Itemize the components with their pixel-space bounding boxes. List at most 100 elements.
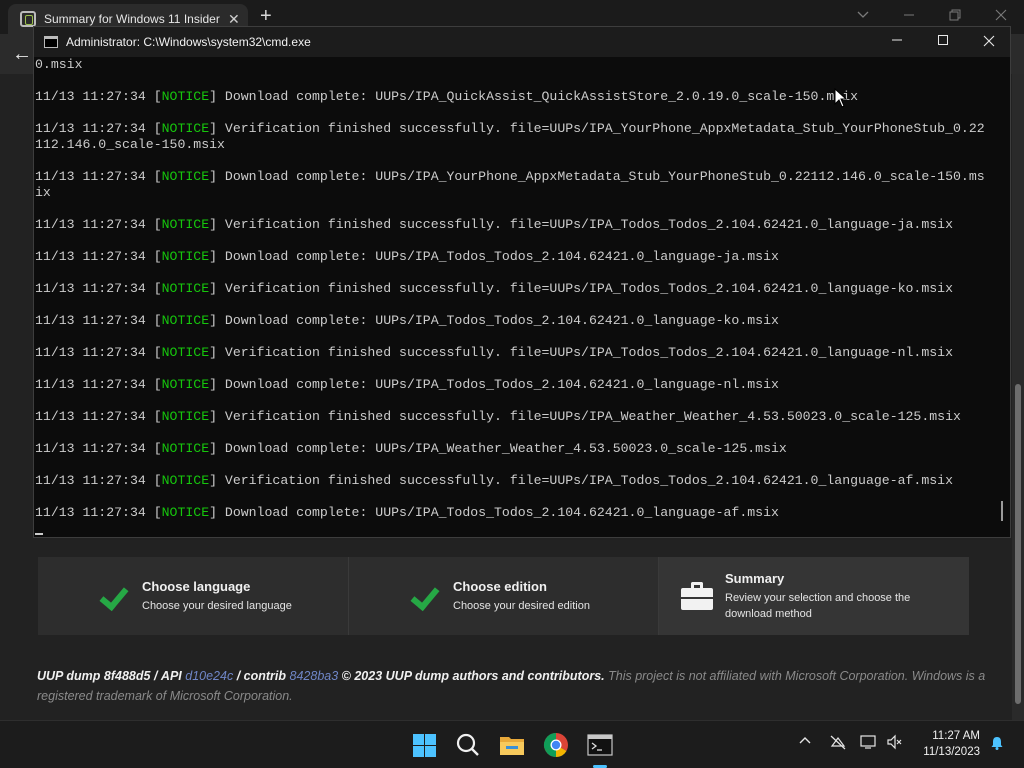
console-text: 11/13 11:27:34 [ <box>35 249 162 264</box>
console-text: 11/13 11:27:34 [ <box>35 345 162 360</box>
notice-tag: NOTICE <box>161 505 210 520</box>
console-text: ] Download complete: UUPs/IPA_Todos_Todo… <box>209 377 779 392</box>
footer-separator: / <box>236 669 241 683</box>
browser-close-button[interactable] <box>978 4 1024 28</box>
console-text: ix <box>35 185 51 200</box>
clock-date: 11/13/2023 <box>923 746 980 758</box>
page-scrollbar[interactable] <box>1012 74 1024 720</box>
cmd-title: Administrator: C:\Windows\system32\cmd.e… <box>66 35 311 49</box>
site-favicon-icon <box>20 11 36 27</box>
console-text: 11/13 11:27:34 [ <box>35 169 162 184</box>
cmd-close-button[interactable] <box>966 27 1012 57</box>
notice-tag: NOTICE <box>161 377 210 392</box>
chrome-icon[interactable] <box>540 729 572 761</box>
page-footer: UUP dump 8f488d5 / API d10e24c / contrib… <box>37 666 987 706</box>
console-line: ix <box>35 185 995 201</box>
tab-close-button[interactable]: ✕ <box>228 11 240 28</box>
search-icon[interactable] <box>452 729 484 761</box>
step-title: Summary <box>725 570 785 586</box>
footer-contrib-version-link[interactable]: 8428ba3 <box>290 669 339 683</box>
cmd-icon <box>44 36 58 48</box>
step-choose-edition[interactable]: Choose edition Choose your desired editi… <box>348 557 658 635</box>
cmd-window[interactable]: Administrator: C:\Windows\system32\cmd.e… <box>33 26 1011 538</box>
new-tab-button[interactable]: + <box>260 6 272 26</box>
console-line: 11/13 11:27:34 [NOTICE] Download complet… <box>35 441 995 457</box>
console-text: 11/13 11:27:34 [ <box>35 473 162 488</box>
cmd-scrollbar-thumb[interactable] <box>1001 501 1003 521</box>
cmd-titlebar[interactable]: Administrator: C:\Windows\system32\cmd.e… <box>34 27 1010 57</box>
display-icon[interactable] <box>860 734 878 750</box>
notice-tag: NOTICE <box>161 473 210 488</box>
footer-api: API <box>160 669 182 683</box>
console-line: 11/13 11:27:34 [NOTICE] Verification fin… <box>35 409 995 425</box>
console-text: 11/13 11:27:34 [ <box>35 89 162 104</box>
footer-api-version-link[interactable]: d10e24c <box>185 669 233 683</box>
console-line: 11/13 11:27:34 [NOTICE] Verification fin… <box>35 217 995 233</box>
windows-logo-pane <box>425 746 436 757</box>
chevron-up-icon[interactable] <box>798 734 812 748</box>
file-explorer-icon[interactable] <box>496 729 528 761</box>
console-text: ] Verification finished successfully. fi… <box>209 121 985 136</box>
briefcase-icon <box>681 582 713 610</box>
notice-tag: NOTICE <box>161 345 210 360</box>
cmd-minimize-button[interactable] <box>874 27 920 57</box>
system-clock[interactable]: 11:27 AM 11/13/2023 <box>910 728 980 760</box>
console-line: 11/13 11:27:34 [NOTICE] Download complet… <box>35 169 995 185</box>
step-description: Choose your desired edition <box>453 599 590 612</box>
console-line: 11/13 11:27:34 [NOTICE] Download complet… <box>35 313 995 329</box>
cmd-maximize-button[interactable] <box>920 27 966 57</box>
start-button[interactable] <box>408 729 440 761</box>
console-text: 0.msix <box>35 57 83 72</box>
console-text: ] Download complete: UUPs/IPA_QuickAssis… <box>209 89 859 104</box>
notice-tag: NOTICE <box>161 217 210 232</box>
back-button[interactable]: ← <box>10 42 34 66</box>
console-text: ] Download complete: UUPs/IPA_Weather_We… <box>209 441 787 456</box>
console-text: ] Verification finished successfully. fi… <box>209 281 954 296</box>
console-text: ] Verification finished successfully. fi… <box>209 345 954 360</box>
console-output[interactable]: 0.msix 11/13 11:27:34 [NOTICE] Download c… <box>35 57 995 537</box>
volume-muted-icon[interactable] <box>886 734 904 750</box>
notice-tag: NOTICE <box>161 281 210 296</box>
windows-logo-pane <box>413 734 424 745</box>
notice-tag: NOTICE <box>161 89 210 104</box>
console-text: ] Download complete: UUPs/IPA_YourPhone_… <box>209 169 985 184</box>
page-scrollbar-thumb[interactable] <box>1015 384 1021 704</box>
step-description: Review your selection and choose the dow… <box>725 591 911 620</box>
footer-project-version: 8f488d5 <box>103 669 151 683</box>
console-text: 11/13 11:27:34 [ <box>35 313 162 328</box>
console-text: 11/13 11:27:34 [ <box>35 377 162 392</box>
footer-project: UUP dump <box>37 669 101 683</box>
console-text: 11/13 11:27:34 [ <box>35 217 162 232</box>
notification-bell-icon[interactable] <box>989 735 1005 751</box>
step-choose-language[interactable]: Choose language Choose your desired lang… <box>38 557 348 635</box>
console-text: ] Download complete: UUPs/IPA_Todos_Todo… <box>209 505 779 520</box>
notice-tag: NOTICE <box>161 121 210 136</box>
footer-separator: / <box>153 669 158 683</box>
step-summary: Summary Review your selection and choose… <box>658 557 969 635</box>
notice-tag: NOTICE <box>161 169 210 184</box>
console-text: 11/13 11:27:34 [ <box>35 121 162 136</box>
cmd-taskbar-icon[interactable] <box>584 729 616 768</box>
steps-bar: Choose language Choose your desired lang… <box>38 557 969 635</box>
browser-minimize-button[interactable] <box>886 4 932 28</box>
tab-search-chevron-icon[interactable] <box>840 4 886 28</box>
footer-copyright: © 2023 UUP dump authors and contributors… <box>341 669 605 683</box>
step-title: Choose language <box>142 578 251 594</box>
console-line: 11/13 11:27:34 [NOTICE] Download complet… <box>35 249 995 265</box>
console-text: ] Verification finished successfully. fi… <box>209 409 961 424</box>
console-line: 11/13 11:27:34 [NOTICE] Verification fin… <box>35 345 995 361</box>
console-text: 11/13 11:27:34 [ <box>35 441 162 456</box>
console-text: ] Download complete: UUPs/IPA_Todos_Todo… <box>209 313 779 328</box>
step-title: Choose edition <box>453 578 547 594</box>
network-disconnected-icon[interactable] <box>829 734 847 750</box>
console-line: 112.146.0_scale-150.msix <box>35 137 995 153</box>
console-text: ] Verification finished successfully. fi… <box>209 217 954 232</box>
browser-restore-button[interactable] <box>932 4 978 28</box>
